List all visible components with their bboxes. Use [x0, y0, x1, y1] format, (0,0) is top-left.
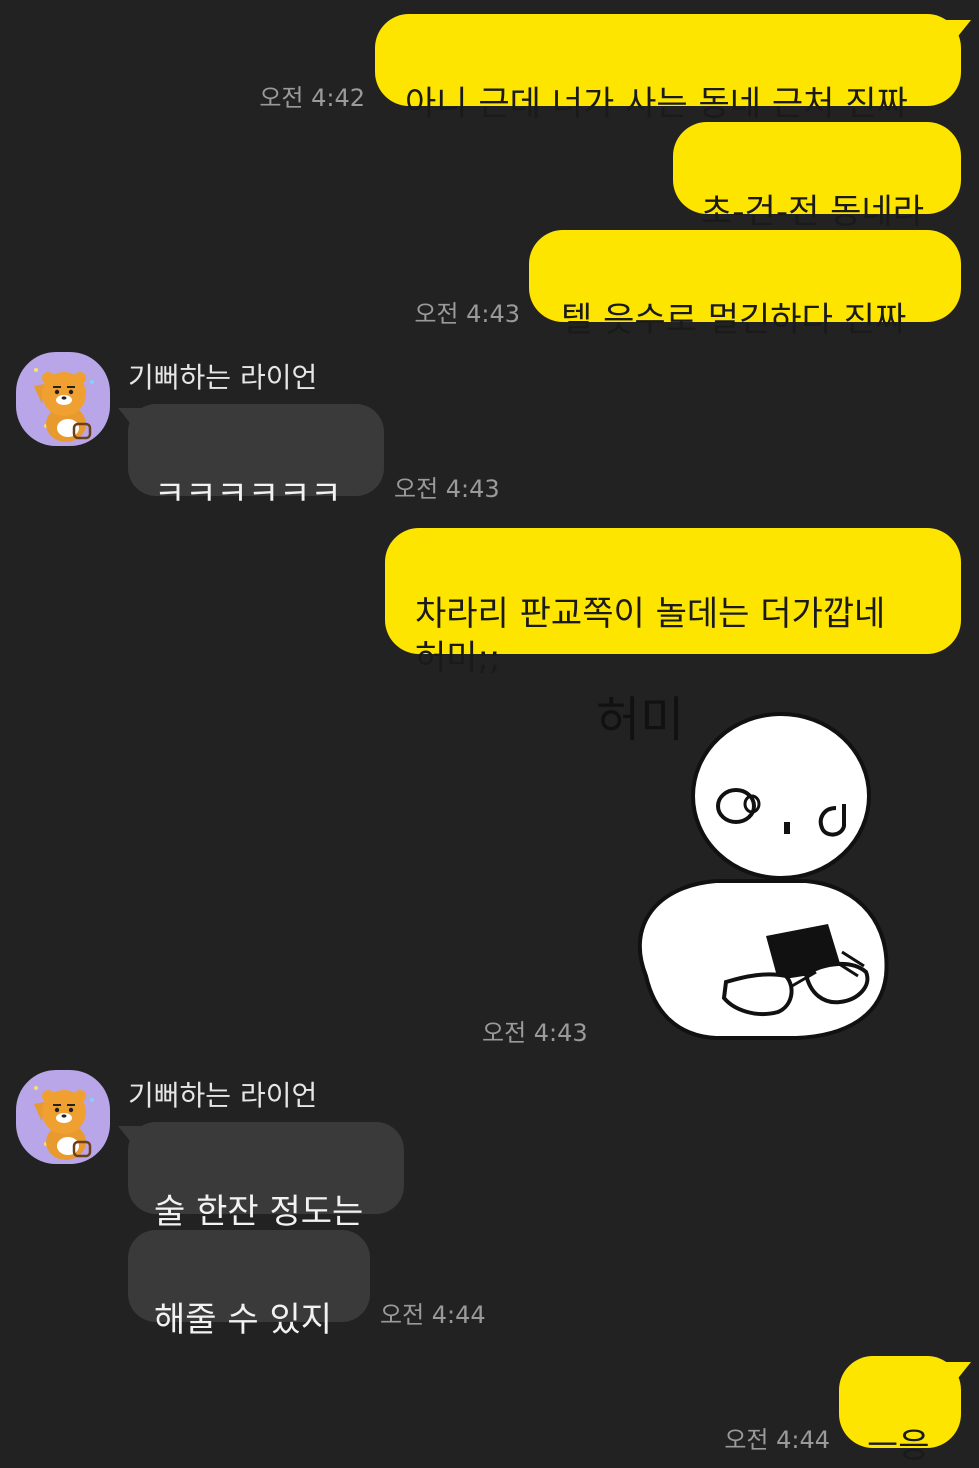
my-message-bubble[interactable]: ㅡ응 [839, 1356, 971, 1466]
ryan-lion-avatar-icon [34, 1086, 94, 1160]
my-message-bubble[interactable]: 텔 읏수로 멀긴하다 진짜 [529, 230, 961, 340]
sender-name: 기뻐하는 라이언 [128, 361, 318, 394]
message-text: ㅡ응 [867, 1426, 930, 1466]
avatar[interactable] [16, 352, 110, 446]
avatar[interactable] [16, 1070, 110, 1164]
message-text: ㅋㅋㅋㅋㅋㅋ [154, 474, 342, 514]
message-timestamp: 오전 4:42 [259, 84, 365, 112]
sticker[interactable]: 허미 [596, 676, 896, 1046]
shocked-person-with-phone-sticker [637, 712, 889, 1040]
message-timestamp: 오전 4:43 [482, 1019, 588, 1047]
other-message-bubble[interactable]: ㅋㅋㅋㅋㅋㅋ [118, 404, 384, 514]
message-text: 해줄 수 있지 [154, 1300, 333, 1340]
message-timestamp: 오전 4:44 [380, 1301, 486, 1329]
message-text: 아니 근데 너가 사는 동네 근처 진짜 [405, 84, 908, 124]
message-timestamp: 오전 4:43 [394, 475, 500, 503]
sender-name: 기뻐하는 라이언 [128, 1079, 318, 1112]
message-text: 술 한잔 정도는 [154, 1192, 364, 1232]
other-message-bubble[interactable]: 술 한잔 정도는 [118, 1122, 404, 1232]
chat-view[interactable]: 아니 근데 너가 사는 동네 근처 진짜 오전 4:42 초-건-전 동네라 텔… [0, 0, 979, 1466]
message-timestamp: 오전 4:43 [414, 300, 520, 328]
bubble-tail [945, 20, 971, 46]
message-text: 초-건-전 동네라 [701, 192, 925, 232]
my-message-bubble[interactable]: 아니 근데 너가 사는 동네 근처 진짜 [375, 14, 971, 124]
message-timestamp: 오전 4:44 [724, 1426, 830, 1454]
bubble-tail [118, 1126, 142, 1150]
message-text: 텔 읏수로 멀긴하다 진짜 [561, 300, 907, 340]
my-message-bubble[interactable]: 초-건-전 동네라 [673, 122, 961, 232]
other-message-bubble[interactable]: 해줄 수 있지 [128, 1230, 370, 1340]
bubble-tail [118, 408, 142, 432]
ryan-lion-avatar-icon [34, 368, 94, 442]
my-message-bubble[interactable]: 차라리 판교쪽이 놀데는 더가깝네 허미;; [385, 528, 961, 678]
bubble-tail [945, 1362, 971, 1388]
message-text: 차라리 판교쪽이 놀데는 더가깝네 허미;; [415, 594, 886, 678]
